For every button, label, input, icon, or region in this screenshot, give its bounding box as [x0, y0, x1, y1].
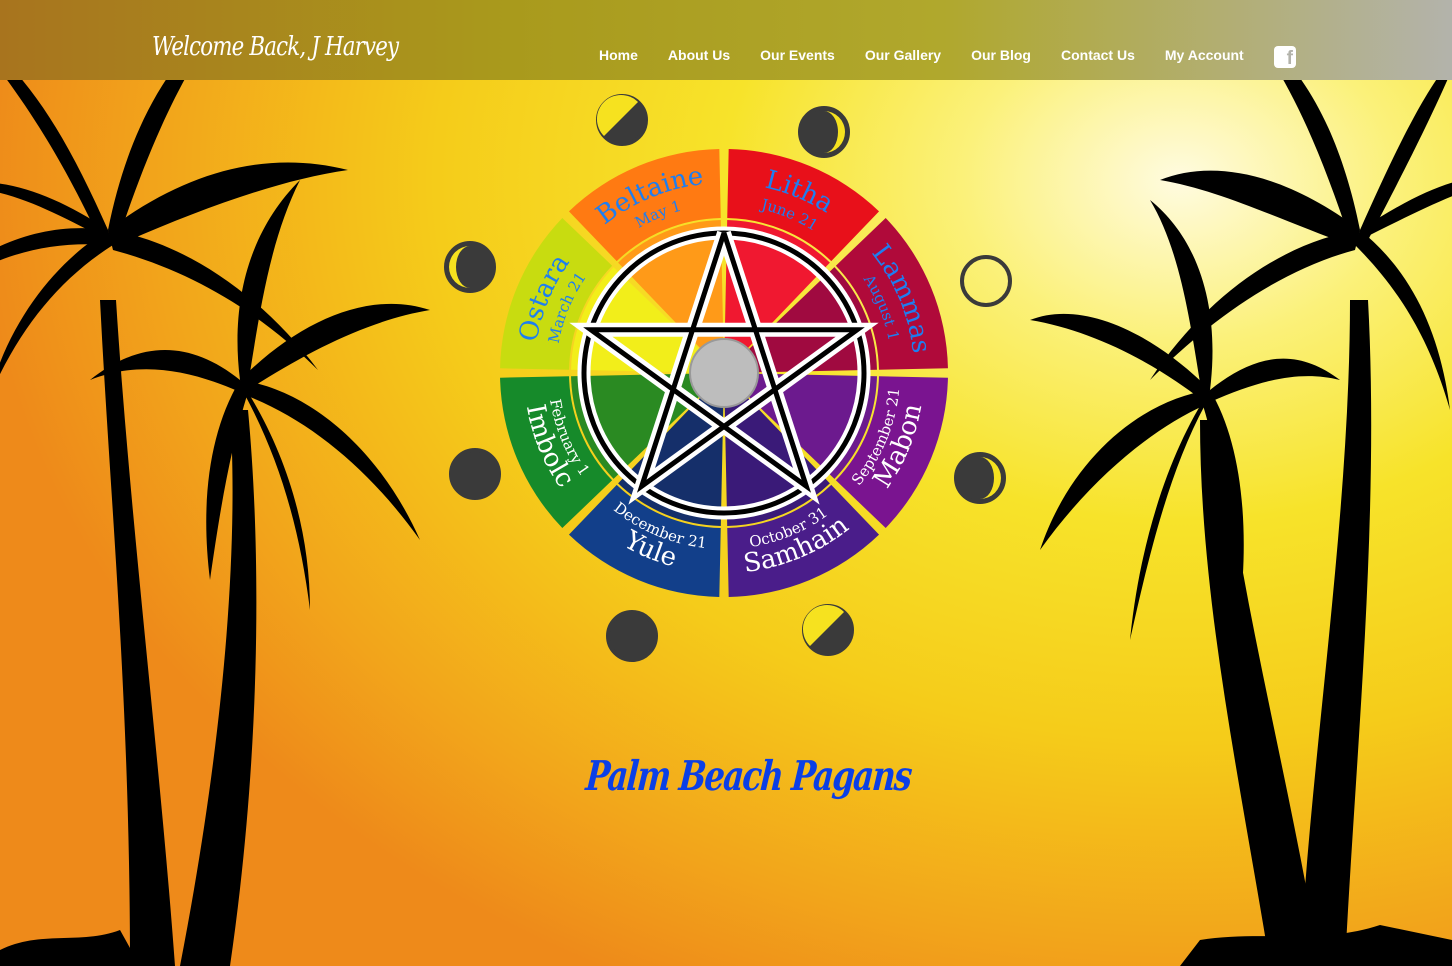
moon-phase-icon-1 — [596, 94, 648, 146]
nav-my-account[interactable]: My Account — [1165, 47, 1244, 63]
moon-phase-icon-8 — [444, 241, 496, 293]
moon-phase-icon-7 — [449, 448, 501, 500]
moon-phase-icon-3 — [960, 255, 1012, 307]
nav-about-us[interactable]: About Us — [668, 47, 730, 63]
moon-phase-icon-6 — [606, 610, 658, 662]
main-nav: Home About Us Our Events Our Gallery Our… — [584, 47, 1259, 63]
pentagram-icon — [569, 226, 879, 520]
wheel-center-disc — [689, 338, 759, 408]
nav-our-events[interactable]: Our Events — [760, 47, 835, 63]
moon-phase-icon-4 — [954, 452, 1006, 504]
wheel-of-the-year: OstaraMarch 21BeltaineMay 1LithaJune 21L… — [444, 94, 1012, 662]
site-title: Palm Beach Pagans — [584, 752, 913, 800]
moon-phase-icon-2 — [798, 106, 850, 158]
nav-contact-us[interactable]: Contact Us — [1061, 47, 1135, 63]
welcome-message: Welcome Back, J Harvey — [152, 32, 399, 62]
moon-phase-icon-5 — [802, 604, 854, 656]
nav-our-blog[interactable]: Our Blog — [971, 47, 1031, 63]
facebook-icon[interactable]: f — [1274, 46, 1296, 69]
nav-our-gallery[interactable]: Our Gallery — [865, 47, 941, 63]
nav-home[interactable]: Home — [599, 47, 638, 63]
